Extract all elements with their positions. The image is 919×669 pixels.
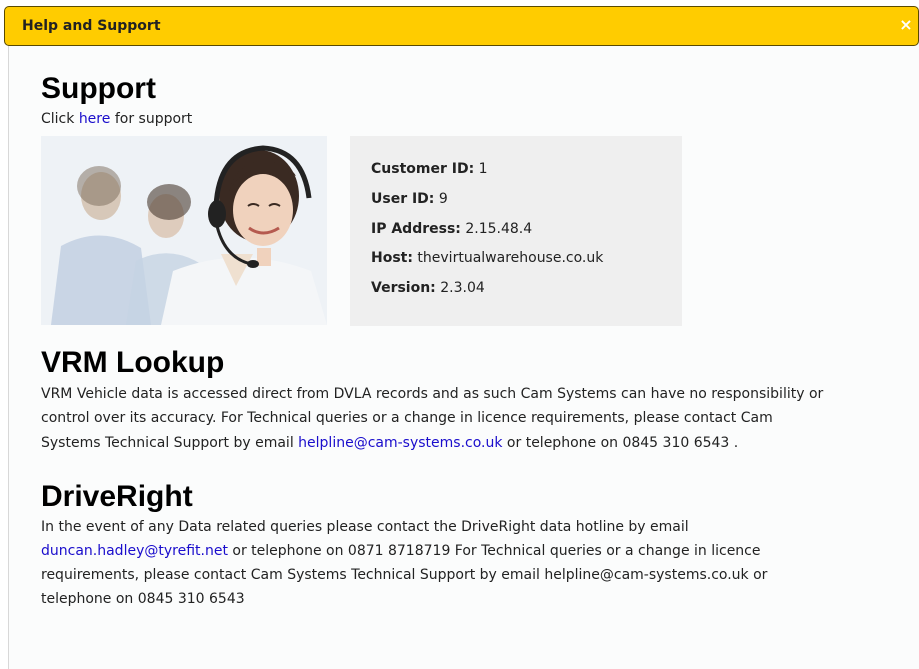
vrm-lookup-heading: VRM Lookup	[41, 346, 225, 379]
host-row: Host: thevirtualwarehouse.co.uk	[371, 250, 603, 266]
driveright-line-4: telephone on 0845 310 6543	[41, 591, 245, 607]
vrm-line-3-prefix: Systems Technical Support by email	[41, 435, 299, 451]
host-value: thevirtualwarehouse.co.uk	[417, 250, 604, 266]
driveright-line-3: requirements, please contact Cam Systems…	[41, 567, 768, 583]
version-value: 2.3.04	[440, 280, 485, 296]
driveright-line-1: In the event of any Data related queries…	[41, 519, 689, 535]
driveright-email-link[interactable]: duncan.hadley@tyrefit.net	[41, 543, 228, 559]
close-icon[interactable]: ×	[896, 12, 916, 38]
system-info-panel: Customer ID: 1 User ID: 9 IP Address: 2.…	[350, 136, 682, 326]
version-row: Version: 2.3.04	[371, 280, 485, 296]
customer-id-row: Customer ID: 1	[371, 161, 488, 177]
vrm-email-link[interactable]: helpline@cam-systems.co.uk	[298, 435, 502, 451]
support-link[interactable]: here	[79, 111, 111, 127]
support-text-prefix: Click	[41, 111, 79, 127]
customer-id-value: 1	[478, 161, 488, 177]
user-id-row: User ID: 9	[371, 191, 448, 207]
support-agent-photo	[41, 136, 327, 325]
driveright-heading: DriveRight	[41, 480, 193, 513]
ip-address-row: IP Address: 2.15.48.4	[371, 221, 532, 237]
support-text: Click here for support	[41, 107, 192, 131]
support-text-suffix: for support	[110, 111, 193, 127]
driveright-line-2-suffix: or telephone on 0871 8718719 For Technic…	[227, 543, 761, 559]
vrm-line-3-suffix: or telephone on 0845 310 6543 .	[502, 435, 739, 451]
host-label: Host:	[371, 250, 413, 266]
customer-id-label: Customer ID:	[371, 161, 475, 177]
vrm-line-3: Systems Technical Support by email helpl…	[41, 431, 738, 455]
version-label: Version:	[371, 280, 436, 296]
support-agent-illustration	[41, 136, 327, 325]
vrm-line-2: control over its accuracy. For Technical…	[41, 410, 773, 426]
user-id-value: 9	[438, 191, 448, 207]
support-heading: Support	[41, 72, 156, 105]
user-id-label: User ID:	[371, 191, 435, 207]
ip-address-value: 2.15.48.4	[465, 221, 533, 237]
dialog-titlebar: Help and Support ×	[4, 6, 919, 46]
vrm-line-1: VRM Vehicle data is accessed direct from…	[41, 386, 824, 402]
driveright-line-2: duncan.hadley@tyrefit.net or telephone o…	[41, 539, 761, 563]
dialog-title: Help and Support	[22, 18, 161, 34]
ip-address-label: IP Address:	[371, 221, 461, 237]
